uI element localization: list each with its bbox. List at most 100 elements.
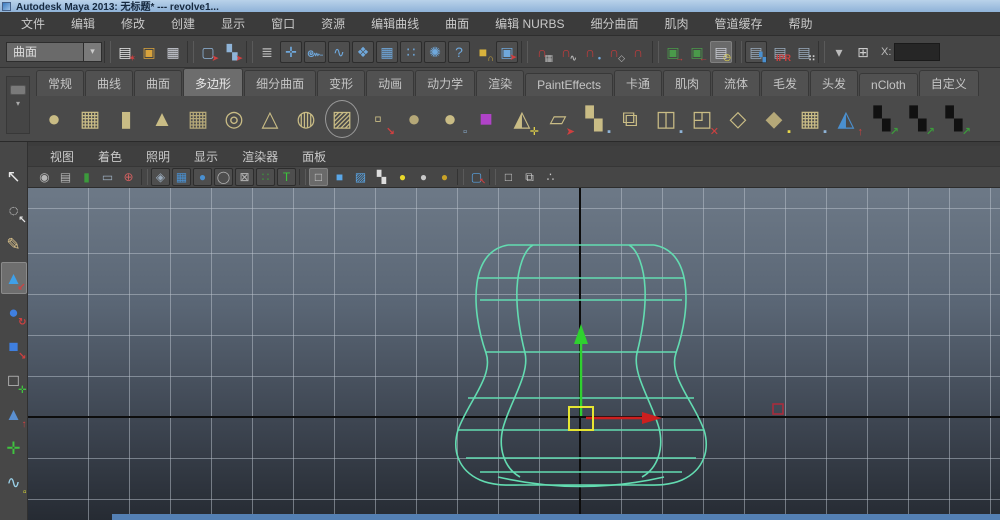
shelf-tab[interactable]: 自定义 bbox=[919, 70, 979, 96]
shelf-tab[interactable]: 肌肉 bbox=[663, 70, 711, 96]
render-current-frame-icon[interactable]: ▤▚ bbox=[745, 41, 767, 63]
expand-popup-icon[interactable]: ≣ bbox=[256, 41, 278, 63]
rotate-tool-icon[interactable]: ●↻ bbox=[1, 296, 27, 328]
menu-item[interactable]: 管道缓存 bbox=[702, 12, 776, 35]
default-light-icon[interactable]: ● bbox=[393, 168, 412, 186]
menu-item[interactable]: 窗口 bbox=[258, 12, 308, 35]
manipulator-y-arrowhead[interactable] bbox=[574, 324, 588, 344]
shelf-tab[interactable]: 渲染 bbox=[476, 70, 524, 96]
center-pivot-icon[interactable]: ⊞ bbox=[852, 41, 874, 63]
render-settings-icon[interactable]: ▤∷ bbox=[793, 41, 815, 63]
shelf-tab-toggle-button[interactable] bbox=[10, 85, 26, 95]
mask-rendering-icon[interactable]: ✺ bbox=[424, 41, 446, 63]
bevel-icon[interactable]: ◰✕ bbox=[685, 100, 719, 138]
wedge-face-icon[interactable]: ◭✛ bbox=[505, 100, 539, 138]
poly-cone-icon[interactable]: ▲ bbox=[145, 100, 179, 138]
shelf-tab[interactable]: PaintEffects bbox=[525, 73, 613, 96]
panel-menu-item[interactable]: 显示 bbox=[182, 146, 230, 167]
resolution-gate-icon[interactable]: ● bbox=[193, 168, 212, 186]
uv-checker-2-icon[interactable]: ▚↗ bbox=[901, 100, 935, 138]
poly-pipe-icon[interactable]: ◍ bbox=[289, 100, 323, 138]
coordinate-input[interactable] bbox=[894, 43, 940, 61]
uv-checker-1-icon[interactable]: ▚↗ bbox=[865, 100, 899, 138]
chevron-down-icon[interactable]: ▾ bbox=[83, 43, 101, 61]
shelf-tab[interactable]: 动力学 bbox=[415, 70, 475, 96]
ipr-render-icon[interactable]: ▤IPR bbox=[769, 41, 791, 63]
share-view-icon[interactable]: ∴ bbox=[541, 168, 560, 186]
snap-to-plane-icon[interactable]: ∩◇ bbox=[603, 41, 625, 63]
uv-checker-3-icon[interactable]: ▚↗ bbox=[937, 100, 971, 138]
show-manipulator-icon[interactable]: ✛ bbox=[1, 432, 27, 464]
append-face-icon[interactable]: ◆▪ bbox=[757, 100, 791, 138]
poly-torus-icon[interactable]: ◎ bbox=[217, 100, 251, 138]
separate-icon[interactable]: ⧉ bbox=[613, 100, 647, 138]
mask-curves-icon[interactable]: ∿ bbox=[328, 41, 350, 63]
image-plane-icon[interactable]: ▭ bbox=[98, 168, 117, 186]
select-tool-icon[interactable]: ↖ bbox=[1, 160, 27, 192]
shelf-menu-button[interactable]: ▾ bbox=[10, 99, 26, 109]
lasso-tool-icon[interactable]: ◌↖ bbox=[1, 194, 27, 226]
paint-selection-tool-icon[interactable]: ✎ bbox=[1, 228, 27, 260]
highlight-selection-icon[interactable]: ▣➤ bbox=[496, 41, 518, 63]
poly-cube-icon[interactable]: ▦ bbox=[73, 100, 107, 138]
flat-light-icon[interactable]: ● bbox=[414, 168, 433, 186]
menu-item[interactable]: 资源 bbox=[308, 12, 358, 35]
title-text-icon[interactable]: T bbox=[277, 168, 296, 186]
camera-attributes-icon[interactable]: ▤ bbox=[56, 168, 75, 186]
poly-helix-icon[interactable]: ▨ bbox=[325, 100, 359, 138]
textured-mode-icon[interactable]: ▨ bbox=[351, 168, 370, 186]
mask-misc-icon[interactable]: ? bbox=[448, 41, 470, 63]
planar-mapping-icon[interactable]: ▦▪ bbox=[793, 100, 827, 138]
snap-to-curve-icon[interactable]: ∩∿ bbox=[555, 41, 577, 63]
film-gate-icon[interactable]: ▦ bbox=[172, 168, 191, 186]
shelf-tab[interactable]: 多边形 bbox=[183, 68, 243, 96]
nurbs-to-poly-icon[interactable]: ▫↘ bbox=[361, 100, 395, 138]
menu-item[interactable]: 编辑曲线 bbox=[358, 12, 432, 35]
viewport-canvas[interactable] bbox=[28, 188, 1000, 520]
wireframe-mode-icon[interactable]: □ bbox=[309, 168, 328, 186]
new-scene-icon[interactable]: ▤✶ bbox=[114, 41, 136, 63]
shelf-tab[interactable]: 动画 bbox=[366, 70, 414, 96]
make-live-icon[interactable]: ∩ bbox=[627, 41, 649, 63]
menu-item[interactable]: 肌肉 bbox=[652, 12, 702, 35]
select-by-hierarchy-icon[interactable]: ▢➤ bbox=[197, 41, 219, 63]
mask-points-icon[interactable]: ✛ bbox=[280, 41, 302, 63]
soft-modification-icon[interactable]: ▲↑ bbox=[1, 398, 27, 430]
shelf-tab[interactable]: 流体 bbox=[712, 70, 760, 96]
display-mode-dropdown-icon[interactable]: ▾ bbox=[828, 41, 850, 63]
component-marker[interactable] bbox=[773, 404, 783, 414]
shelf-tab[interactable]: 变形 bbox=[317, 70, 365, 96]
interactive-split-icon[interactable]: ▱➤ bbox=[541, 100, 575, 138]
safe-title-icon[interactable]: ∷ bbox=[256, 168, 275, 186]
output-connections-icon[interactable]: ▣← bbox=[686, 41, 708, 63]
poly-sphere-icon[interactable]: ● bbox=[37, 100, 71, 138]
shelf-tab[interactable]: 头发 bbox=[810, 70, 858, 96]
last-tool-cv-curve-icon[interactable]: ∿▫ bbox=[1, 466, 27, 498]
menu-item[interactable]: 显示 bbox=[208, 12, 258, 35]
grid-display-icon[interactable]: ◈ bbox=[151, 168, 170, 186]
shadows-icon[interactable]: ● bbox=[435, 168, 454, 186]
menu-item[interactable]: 编辑 bbox=[58, 12, 108, 35]
construction-history-icon[interactable]: ▤◷ bbox=[710, 41, 732, 63]
shelf-tab[interactable]: 卡通 bbox=[614, 70, 662, 96]
poly-plane-icon[interactable]: ▦ bbox=[181, 100, 215, 138]
shelf-tab[interactable]: 毛发 bbox=[761, 70, 809, 96]
mask-dynamics-icon[interactable]: ∷ bbox=[400, 41, 422, 63]
menu-item[interactable]: 帮助 bbox=[776, 12, 826, 35]
shelf-tab[interactable]: 曲线 bbox=[85, 70, 133, 96]
extract-icon[interactable]: ◫▪ bbox=[649, 100, 683, 138]
zoom-region-icon[interactable]: ⊕ bbox=[119, 168, 138, 186]
manipulator-x-arrowhead[interactable] bbox=[642, 412, 662, 424]
combine-icon[interactable]: ▚▪ bbox=[577, 100, 611, 138]
poly-pyramid-icon[interactable]: △ bbox=[253, 100, 287, 138]
paint-poly-tool-icon[interactable]: ■ bbox=[469, 100, 503, 138]
shelf-tab[interactable]: 细分曲面 bbox=[244, 70, 316, 96]
safe-action-icon[interactable]: ⊠ bbox=[235, 168, 254, 186]
menu-set-dropdown[interactable]: 曲面 ▾ bbox=[6, 42, 102, 62]
bookmark-icon[interactable]: ▮ bbox=[77, 168, 96, 186]
smooth-icon[interactable]: ● bbox=[397, 100, 431, 138]
menu-item[interactable]: 细分曲面 bbox=[577, 12, 651, 35]
panel-menu-item[interactable]: 着色 bbox=[86, 146, 134, 167]
snap-to-grid-icon[interactable]: ∩▦ bbox=[531, 41, 553, 63]
open-scene-icon[interactable]: ▣ bbox=[138, 41, 160, 63]
